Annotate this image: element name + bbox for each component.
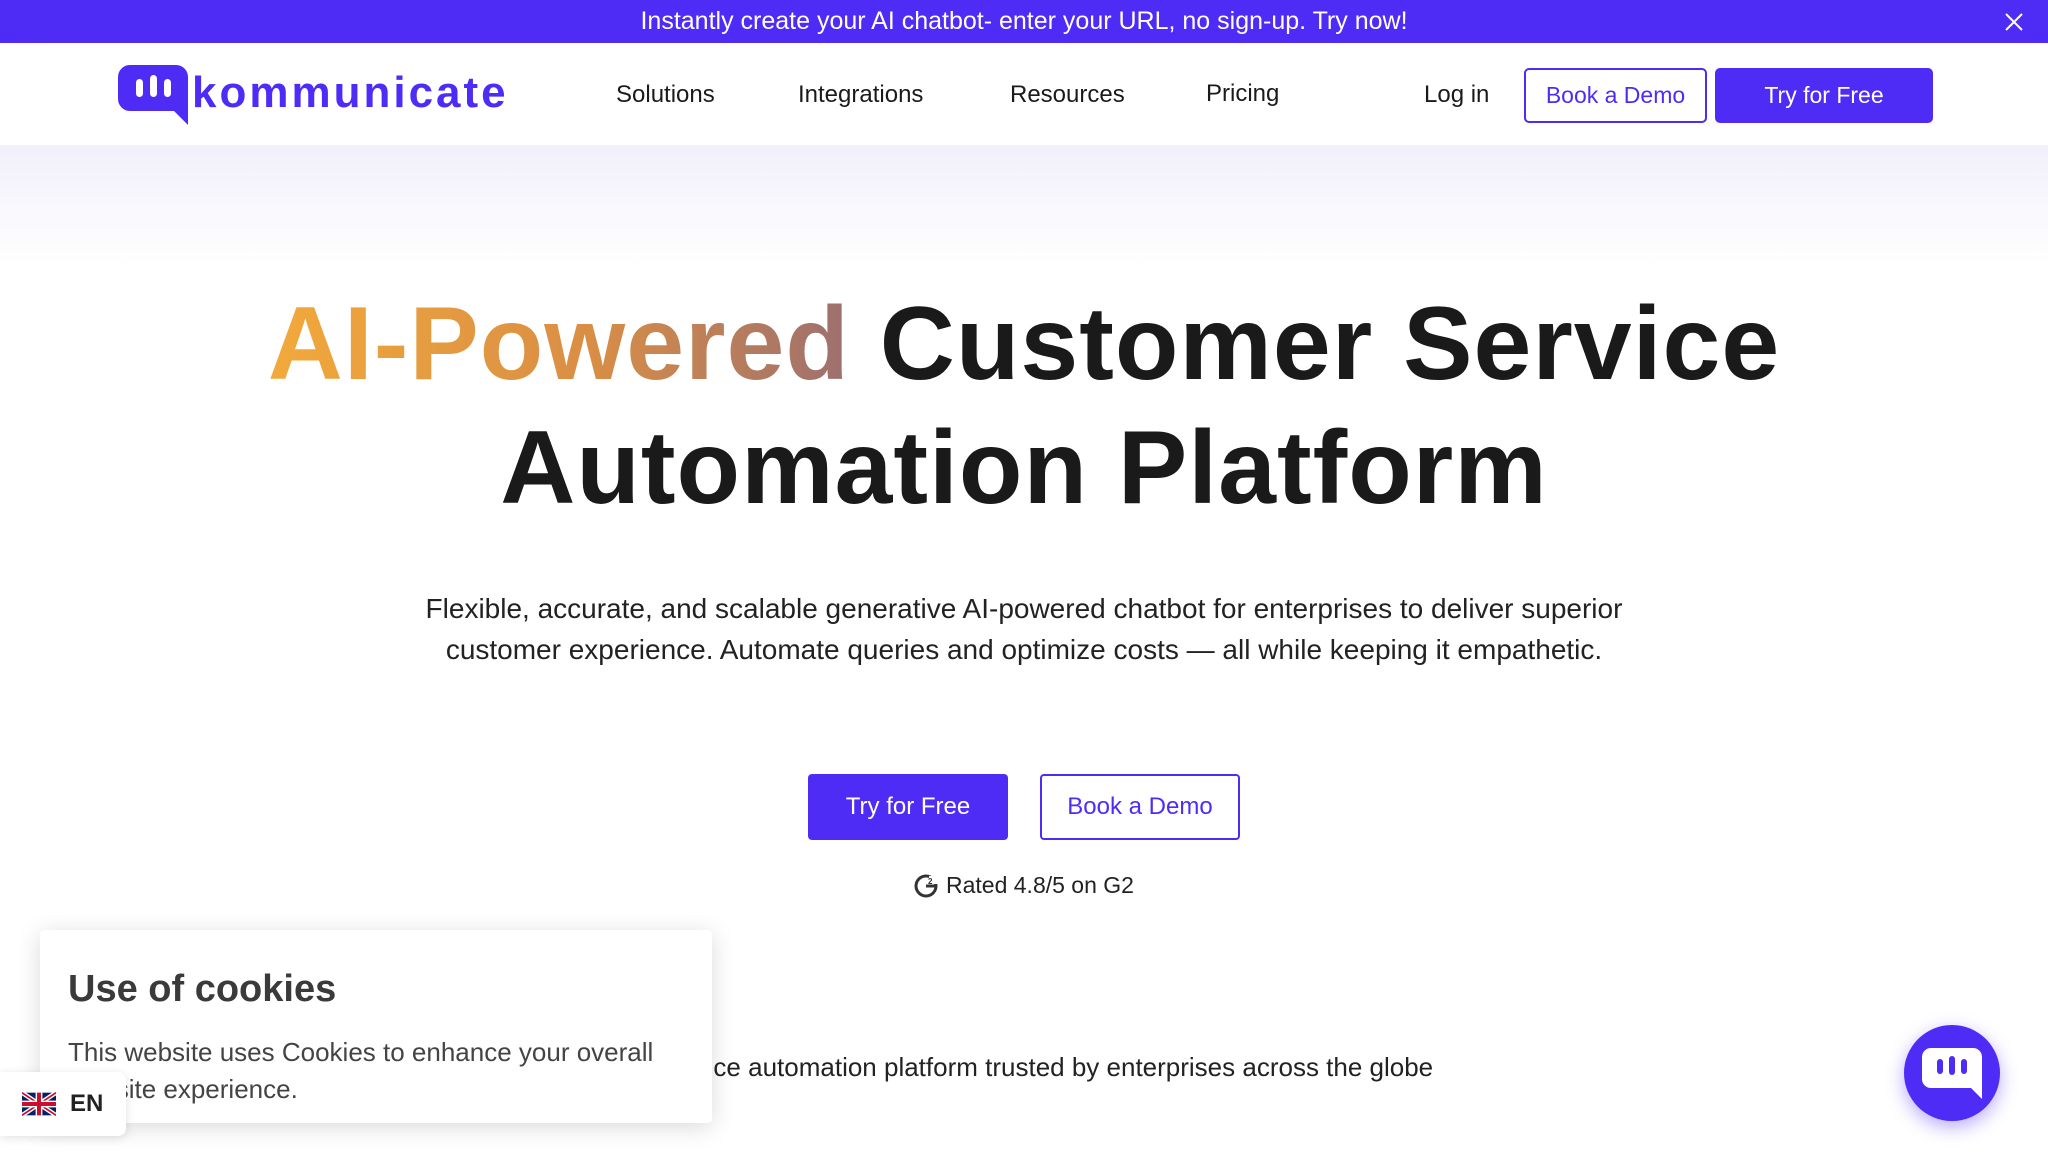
uk-flag-icon <box>22 1091 56 1117</box>
chat-launcher-icon <box>1922 1048 1982 1099</box>
hero-subtitle: Flexible, accurate, and scalable generat… <box>425 593 1623 665</box>
site-header: kommunicate Solutions Integrations Resou… <box>0 43 2048 145</box>
header-try-free-button[interactable]: Try for Free <box>1715 68 1933 123</box>
nav-resources[interactable]: Resources <box>1010 81 1125 109</box>
logo-text: kommunicate <box>192 68 509 117</box>
hero-try-free-button[interactable]: Try for Free <box>808 774 1008 840</box>
nav-integrations[interactable]: Integrations <box>798 81 923 109</box>
kommunicate-logo-icon <box>118 65 188 125</box>
chat-launcher-button[interactable] <box>1904 1025 2000 1121</box>
cookie-title: Use of cookies <box>68 968 337 1010</box>
announcement-text[interactable]: Instantly create your AI chatbot- enter … <box>640 7 1407 36</box>
hero-book-demo-button[interactable]: Book a Demo <box>1040 774 1240 840</box>
trusted-text: rvice automation platform trusted by ent… <box>686 1052 1434 1082</box>
g2-icon: 2 <box>914 874 938 897</box>
rating-text: Rated 4.8/5 on G2 <box>946 872 1134 898</box>
login-link[interactable]: Log in <box>1424 81 1489 109</box>
language-code: EN <box>70 1090 104 1117</box>
hero-title-line1: Customer Service <box>879 286 1781 402</box>
cookie-body: This website uses Cookies to enhance you… <box>68 1037 654 1104</box>
hero-title-line2: Automation Platform <box>500 410 1548 526</box>
hero-title-highlight: AI-Powered <box>267 286 850 402</box>
hero-background <box>0 145 2048 265</box>
announcement-bar[interactable]: Instantly create your AI chatbot- enter … <box>0 0 2048 43</box>
nav-pricing[interactable]: Pricing <box>1206 80 1279 108</box>
cookie-banner[interactable]: Use of cookies This website uses Cookies… <box>40 930 712 1123</box>
hero-title: AI-Powered Customer Service Automation P… <box>0 282 2048 530</box>
svg-text:2: 2 <box>928 877 933 886</box>
logo[interactable]: kommunicate <box>118 63 509 127</box>
close-icon[interactable] <box>2002 10 2026 34</box>
header-book-demo-button[interactable]: Book a Demo <box>1524 68 1707 123</box>
g2-rating[interactable]: 2 Rated 4.8/5 on G2 <box>914 872 1134 899</box>
language-switcher[interactable]: EN <box>0 1072 126 1136</box>
nav-solutions[interactable]: Solutions <box>616 81 715 109</box>
